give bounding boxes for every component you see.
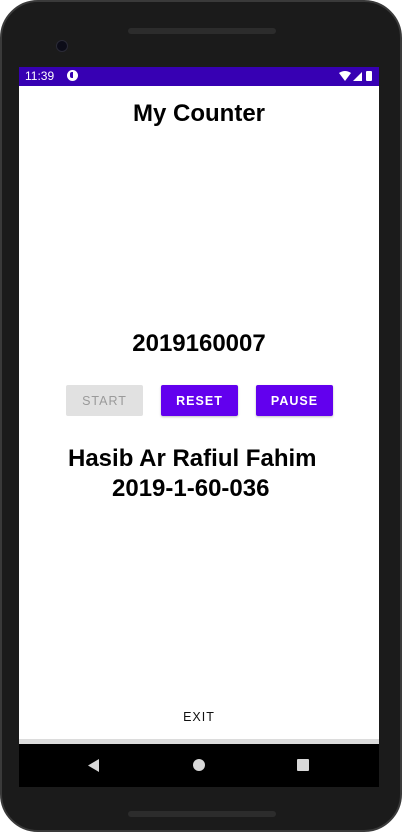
signal-icon <box>353 72 362 81</box>
status-bar: 11:39 <box>19 67 379 86</box>
wifi-icon <box>339 71 351 81</box>
battery-icon <box>366 71 372 81</box>
app-title: My Counter <box>133 100 265 127</box>
bottom-speaker <box>128 811 276 817</box>
home-circle-icon[interactable] <box>193 759 205 771</box>
student-info: Hasib Ar Rafiul Fahim 2019-1-60-036 <box>19 444 379 504</box>
exit-button[interactable]: EXIT <box>19 695 379 739</box>
device-screen: 11:39 My Counter 2019160007 START RESET … <box>19 67 379 787</box>
student-name: Hasib Ar Rafiul Fahim <box>68 445 317 472</box>
exit-label: EXIT <box>183 710 215 724</box>
window-edge <box>406 140 412 520</box>
student-id: 2019-1-60-036 <box>112 475 270 502</box>
status-icons <box>339 70 373 82</box>
earpiece-speaker <box>128 28 276 34</box>
status-time: 11:39 <box>25 69 55 83</box>
pause-button[interactable]: PAUSE <box>256 385 333 416</box>
recents-square-icon[interactable] <box>297 759 309 771</box>
back-triangle-icon[interactable] <box>87 759 100 777</box>
reset-button[interactable]: RESET <box>161 385 238 416</box>
navigation-bar <box>19 744 379 787</box>
app-notification-icon <box>67 70 78 81</box>
front-camera-icon <box>56 40 68 52</box>
start-button[interactable]: START <box>66 385 143 416</box>
counter-value: 2019160007 <box>132 330 266 357</box>
